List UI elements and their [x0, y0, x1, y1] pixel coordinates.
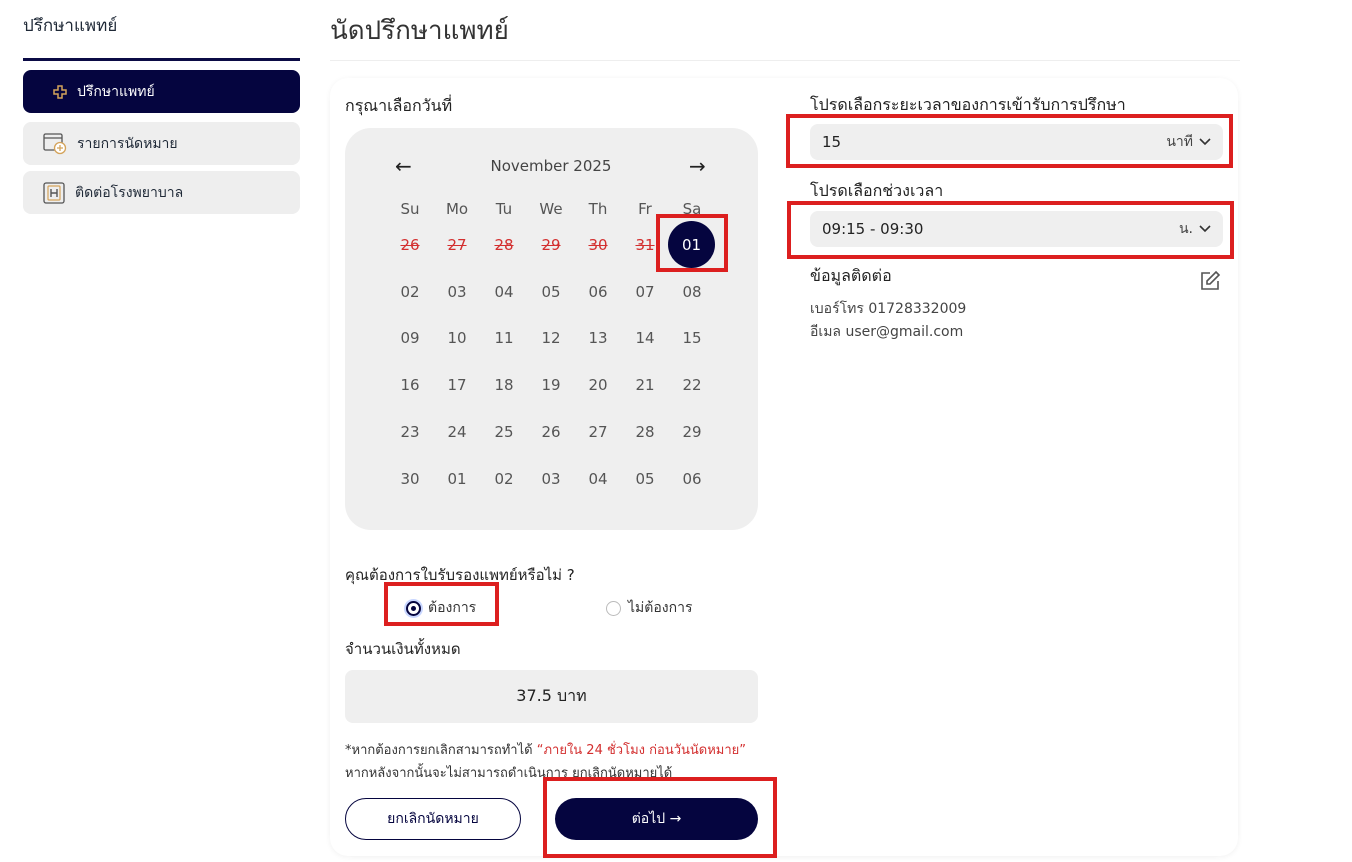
weekday-label: Fr — [638, 200, 652, 218]
edit-icon[interactable] — [1199, 270, 1221, 292]
duration-value: 15 — [822, 133, 842, 151]
calendar-day[interactable]: 17 — [437, 374, 477, 396]
weekday-label: Sa — [682, 200, 702, 218]
weekday-label: We — [539, 200, 563, 218]
calendar-day[interactable]: 02 — [390, 281, 430, 303]
note-highlight: “ภายใน 24 ชั่วโมง ก่อนวันนัดหมาย” — [536, 743, 747, 758]
calendar-day[interactable]: 22 — [672, 374, 712, 396]
calendar-day[interactable]: 25 — [484, 421, 524, 443]
calendar-day-disabled: 26 — [400, 236, 420, 254]
weekday-label: Th — [588, 200, 608, 218]
calendar-day[interactable]: 28 — [625, 421, 665, 443]
calendar-day[interactable]: 13 — [578, 327, 618, 349]
plus-icon — [53, 84, 67, 99]
calendar-day[interactable]: 16 — [390, 374, 430, 396]
total-label: จำนวนเงินทั้งหมด — [345, 640, 461, 658]
total-amount: 37.5 บาท — [345, 670, 758, 723]
sidebar-item-label: ติดต่อโรงพยาบาล — [75, 184, 184, 201]
certificate-question: คุณต้องการใบรับรองแพทย์หรือไม่ ? — [345, 566, 575, 584]
sidebar-item-label: ปรึกษาแพทย์ — [77, 83, 155, 100]
note-suffix: หากหลังจากนั้นจะไม่สามารถดำเนินการ ยกเลิ… — [345, 766, 673, 779]
timeslot-label: โปรดเลือกช่วงเวลา — [810, 181, 944, 200]
calendar-day[interactable]: 08 — [672, 281, 712, 303]
calendar-day[interactable]: 27 — [578, 421, 618, 443]
calendar-day[interactable]: 05 — [625, 468, 665, 490]
radio-no-certificate[interactable]: ไม่ต้องการ — [606, 597, 692, 619]
calendar-day[interactable]: 19 — [531, 374, 571, 396]
next-button[interactable]: ต่อไป → — [555, 798, 758, 840]
radio-label: ต้องการ — [428, 600, 477, 616]
calendar-day[interactable]: 24 — [437, 421, 477, 443]
duration-unit: นาที — [1166, 134, 1193, 150]
calendar-day[interactable]: 01 — [437, 468, 477, 490]
duration-label: โปรดเลือกระยะเวลาของการเข้ารับการปรึกษา — [810, 95, 1126, 114]
cancel-appointment-button[interactable]: ยกเลิกนัดหมาย — [345, 798, 521, 840]
calendar-day[interactable]: 14 — [625, 327, 665, 349]
contact-phone: เบอร์โทร 01728332009 — [810, 301, 967, 317]
calendar-day[interactable]: 03 — [437, 281, 477, 303]
calendar-day[interactable]: 11 — [484, 327, 524, 349]
calendar-day[interactable]: 05 — [531, 281, 571, 303]
calendar-day-disabled: 27 — [447, 236, 467, 254]
calendar-day-disabled: 31 — [635, 236, 655, 254]
hospital-icon — [43, 181, 65, 204]
calendar-day[interactable]: 04 — [578, 468, 618, 490]
calendar-add-icon — [43, 132, 67, 155]
calendar-day[interactable]: 06 — [578, 281, 618, 303]
calendar-month: November 2025 — [490, 157, 612, 175]
calendar-day[interactable]: 23 — [390, 421, 430, 443]
calendar-day[interactable]: 12 — [531, 327, 571, 349]
selected-date[interactable]: 01 — [668, 221, 715, 268]
weekday-label: Mo — [445, 200, 469, 218]
radio-label: ไม่ต้องการ — [628, 600, 693, 616]
calendar-day[interactable]: 10 — [437, 327, 477, 349]
contact-email: อีเมล user@gmail.com — [810, 324, 964, 340]
timeslot-unit: น. — [1178, 221, 1193, 237]
calendar-day-disabled: 30 — [588, 236, 608, 254]
calendar-day[interactable]: 15 — [672, 327, 712, 349]
calendar-day-disabled: 28 — [494, 236, 514, 254]
sidebar-item-label: รายการนัดหมาย — [77, 135, 178, 152]
sidebar-item-appointments[interactable]: รายการนัดหมาย — [23, 122, 300, 165]
date-label: กรุณาเลือกวันที่ — [345, 96, 453, 115]
calendar-day[interactable]: 07 — [625, 281, 665, 303]
cancel-policy-note: *หากต้องการยกเลิกสามารถทำได้ “ภายใน 24 ช… — [345, 739, 758, 779]
timeslot-value: 09:15 - 09:30 — [822, 220, 924, 238]
sidebar-title: ปรึกษาแพทย์ — [23, 16, 118, 36]
duration-select[interactable]: 15 นาที — [810, 124, 1223, 160]
radio-unselected-icon — [606, 600, 621, 616]
radio-selected-icon — [406, 600, 421, 616]
timeslot-select[interactable]: 09:15 - 09:30 น. — [810, 211, 1223, 247]
calendar-day[interactable]: 02 — [484, 468, 524, 490]
note-prefix: *หากต้องการยกเลิกสามารถทำได้ — [345, 743, 533, 758]
calendar-day[interactable]: 03 — [531, 468, 571, 490]
chevron-down-icon — [1199, 225, 1211, 233]
prev-month-button[interactable]: ← — [395, 154, 412, 178]
calendar-day[interactable]: 30 — [390, 468, 430, 490]
calendar-day[interactable]: 26 — [531, 421, 571, 443]
calendar-day[interactable]: 20 — [578, 374, 618, 396]
weekday-label: Tu — [495, 200, 513, 218]
sidebar-divider — [23, 58, 300, 61]
radio-need-certificate[interactable]: ต้องการ — [406, 597, 476, 619]
calendar-day[interactable]: 09 — [390, 327, 430, 349]
calendar-day[interactable]: 18 — [484, 374, 524, 396]
contact-label: ข้อมูลติดต่อ — [810, 266, 892, 285]
weekday-label: Su — [400, 200, 420, 218]
next-month-button[interactable]: → — [689, 154, 706, 178]
page-title: นัดปรึกษาแพทย์ — [330, 16, 509, 46]
calendar-day-disabled: 29 — [541, 236, 561, 254]
calendar-day[interactable]: 21 — [625, 374, 665, 396]
calendar-day[interactable]: 06 — [672, 468, 712, 490]
calendar-day[interactable]: 29 — [672, 421, 712, 443]
calendar-day[interactable]: 04 — [484, 281, 524, 303]
title-divider — [330, 60, 1240, 61]
sidebar-item-consult[interactable]: ปรึกษาแพทย์ — [23, 70, 300, 113]
chevron-down-icon — [1199, 138, 1211, 146]
sidebar-item-contact-hospital[interactable]: ติดต่อโรงพยาบาล — [23, 171, 300, 214]
